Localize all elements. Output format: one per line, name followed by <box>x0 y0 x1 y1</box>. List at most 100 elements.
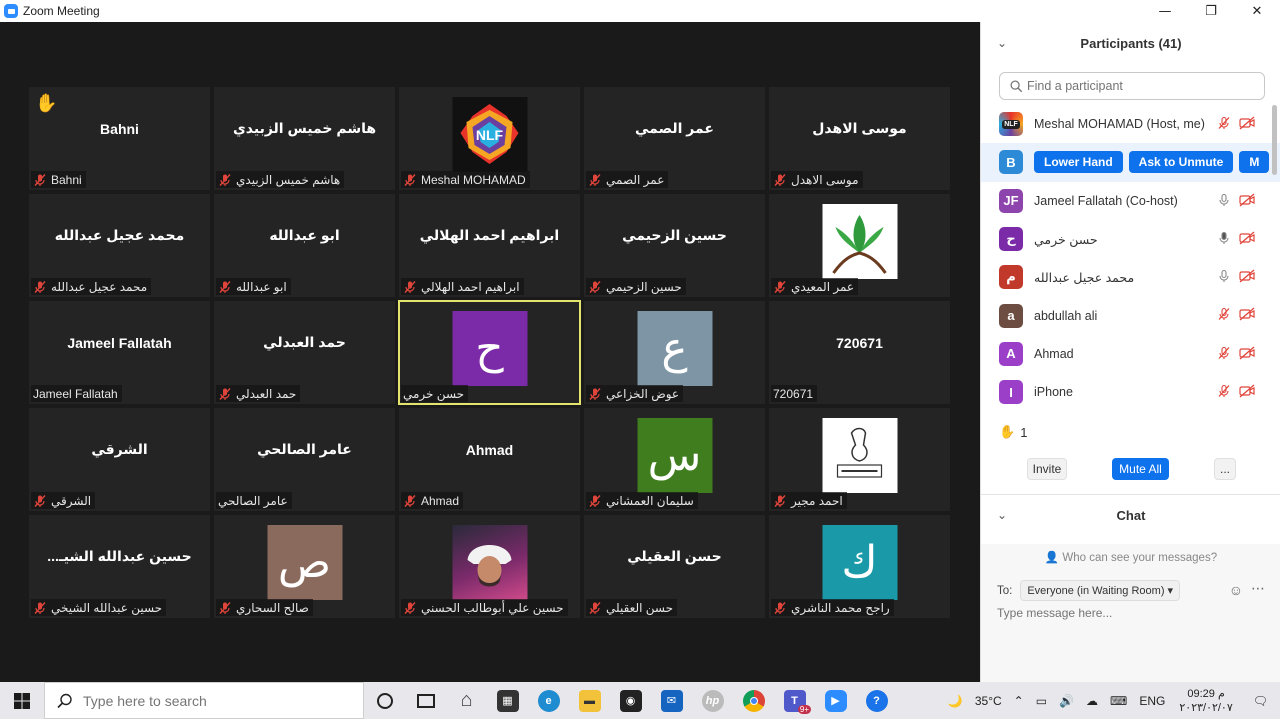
participant-row[interactable]: ح حسن خرمي <box>981 220 1280 258</box>
tile-name-label: حسين الزحيمي <box>586 278 686 295</box>
mute-all-button[interactable]: Mute All <box>1112 458 1169 480</box>
video-off-icon[interactable] <box>1239 384 1255 398</box>
participant-status-icons <box>1217 116 1255 130</box>
help-icon[interactable]: ? <box>856 682 897 719</box>
taskbar-search-input[interactable] <box>83 692 343 709</box>
store-icon[interactable]: ▦ <box>487 682 528 719</box>
video-tile[interactable]: ابو عبدالله ابو عبدالله <box>214 194 395 297</box>
start-button[interactable] <box>0 682 44 719</box>
video-off-icon[interactable] <box>1239 193 1255 207</box>
video-tile[interactable]: حمد العبدلي حمد العبدلي <box>214 301 395 404</box>
microphone-muted-icon[interactable] <box>1217 346 1231 360</box>
tile-name-label: صالح السحاري <box>216 599 313 616</box>
taskbar-search[interactable] <box>44 682 364 719</box>
zoom-taskbar-icon[interactable]: ▶ <box>815 682 856 719</box>
video-tile[interactable]: 720671 720671 <box>769 301 950 404</box>
video-tile[interactable]: عمر الصمي عمر الصمي <box>584 87 765 190</box>
volume-icon[interactable]: 🔊 <box>1053 694 1080 708</box>
tile-name-text: عمر الصمي <box>606 172 665 187</box>
video-tile[interactable]: احمد مجير <box>769 408 950 511</box>
camera-app-icon[interactable]: ◉ <box>610 682 651 719</box>
more-options-button[interactable]: ... <box>1214 458 1236 480</box>
video-tile[interactable]: Jameel Fallatah Jameel Fallatah <box>29 301 210 404</box>
weather-icon[interactable]: 🌙 <box>942 694 969 708</box>
participant-row[interactable]: IiPhone <box>981 373 1280 411</box>
video-off-icon[interactable] <box>1239 116 1255 130</box>
microphone-muted-icon[interactable] <box>1217 384 1231 398</box>
participant-row[interactable]: B Lower Hand Ask to Unmute M <box>981 143 1280 182</box>
video-tile[interactable]: عامر الصالحي عامر الصالحي <box>214 408 395 511</box>
video-tile[interactable]: ...حسين عبدالله الشيـ حسين عبدالله الشيخي <box>29 515 210 618</box>
hp-app-icon[interactable]: hp <box>692 682 733 719</box>
video-tile[interactable]: الشرقي الشرقي <box>29 408 210 511</box>
microphone-muted-icon[interactable] <box>1217 307 1231 321</box>
video-tile[interactable]: حسين علي أبوطالب الحسني <box>399 515 580 618</box>
video-tile[interactable]: ك راجح محمد الناشري <box>769 515 950 618</box>
video-tile[interactable]: ✋ Bahni Bahni <box>29 87 210 190</box>
teams-icon[interactable]: T 9+ <box>774 682 815 719</box>
microphone-icon[interactable] <box>1217 193 1231 207</box>
video-off-icon[interactable] <box>1239 269 1255 283</box>
video-tile[interactable]: ص صالح السحاري <box>214 515 395 618</box>
emoji-icon[interactable]: ☺ <box>1229 582 1243 598</box>
sketch-logo-avatar <box>822 418 897 493</box>
microphone-icon[interactable] <box>1217 269 1231 283</box>
participant-search-input[interactable] <box>1027 79 1257 93</box>
video-off-icon[interactable] <box>1239 231 1255 245</box>
tile-display-name: ابو عبدالله <box>269 227 340 243</box>
restore-button[interactable]: ❐ <box>1188 0 1234 22</box>
chat-message-input[interactable] <box>997 606 1257 620</box>
participant-row[interactable]: JF Jameel Fallatah (Co-host) <box>981 182 1280 220</box>
video-tile[interactable]: هاشم خميس الزبيدي هاشم خميس الزبيدي <box>214 87 395 190</box>
who-can-see-messages-link[interactable]: 👤 Who can see your messages? <box>981 550 1280 564</box>
participant-list-scrollbar[interactable] <box>1272 105 1277 175</box>
weather-temperature[interactable]: 35°C <box>969 694 1008 708</box>
language-indicator[interactable]: ENG <box>1133 694 1171 708</box>
video-tile[interactable]: عمر المعيدي <box>769 194 950 297</box>
tile-display-name: Jameel Fallatah <box>67 334 172 351</box>
participant-action-button[interactable]: Lower Hand <box>1034 151 1123 174</box>
chrome-icon[interactable] <box>733 682 774 719</box>
profile-photo-avatar <box>452 525 527 600</box>
file-explorer-icon[interactable]: ▬ <box>569 682 610 719</box>
video-tile[interactable]: ع عوض الخزاعي <box>584 301 765 404</box>
cloud-icon[interactable]: ☁ <box>1080 694 1104 708</box>
keyboard-icon[interactable]: ⌨ <box>1104 694 1133 708</box>
participant-search[interactable] <box>999 72 1265 100</box>
cortana-icon[interactable] <box>364 682 405 719</box>
notifications-icon[interactable]: 🗨 <box>1241 694 1280 708</box>
participant-action-button[interactable]: M <box>1239 151 1270 174</box>
video-off-icon[interactable] <box>1239 307 1255 321</box>
participant-row[interactable]: a abdullah ali <box>981 296 1280 334</box>
video-tile[interactable]: س سليمان العمشاني <box>584 408 765 511</box>
tile-display-name: حسن العقيلي <box>627 548 722 564</box>
chevron-up-icon[interactable]: ⌃ <box>1008 694 1030 708</box>
participant-action-button[interactable]: Ask to Unmute <box>1128 151 1234 174</box>
video-tile[interactable]: ح حسن خرمي <box>398 300 581 405</box>
chat-more-icon[interactable]: ⋯ <box>1251 580 1265 597</box>
microphone-icon[interactable] <box>1217 231 1231 245</box>
close-button[interactable]: ✕ <box>1234 0 1280 22</box>
participant-avatar: NLF <box>999 112 1023 137</box>
minimize-button[interactable]: — <box>1142 0 1188 22</box>
video-tile[interactable]: حسن العقيلي حسن العقيلي <box>584 515 765 618</box>
video-tile[interactable]: Ahmad Ahmad <box>399 408 580 511</box>
invite-button[interactable]: Invite <box>1027 458 1067 480</box>
battery-icon[interactable]: ▭ <box>1030 694 1053 708</box>
clock[interactable]: 09:29 م ٢٠٢٣/٠٢/٠٧ <box>1171 687 1240 715</box>
microphone-muted-icon[interactable] <box>1217 116 1231 130</box>
chat-recipient-select[interactable]: Everyone (in Waiting Room) ▾ <box>1020 580 1181 601</box>
video-tile[interactable]: موسى الاهدل موسى الاهدل <box>769 87 950 190</box>
home-app-icon[interactable]: ⌂ <box>446 682 487 719</box>
participant-row[interactable]: NLF Meshal MOHAMAD (Host, me) <box>981 105 1280 143</box>
task-view-icon[interactable] <box>405 682 446 719</box>
video-off-icon[interactable] <box>1239 346 1255 360</box>
video-tile[interactable]: حسين الزحيمي حسين الزحيمي <box>584 194 765 297</box>
mail-icon[interactable]: ✉ <box>651 682 692 719</box>
edge-browser-icon[interactable]: e <box>528 682 569 719</box>
video-tile[interactable]: محمد عجيل عبدالله محمد عجيل عبدالله <box>29 194 210 297</box>
video-tile[interactable]: ابراهيم احمد الهلالي ابراهيم احمد الهلالي <box>399 194 580 297</box>
participant-row[interactable]: م محمد عجيل عبدالله <box>981 258 1280 296</box>
participant-row[interactable]: A Ahmad <box>981 335 1280 373</box>
video-tile[interactable]: NLF Meshal MOHAMAD <box>399 87 580 190</box>
